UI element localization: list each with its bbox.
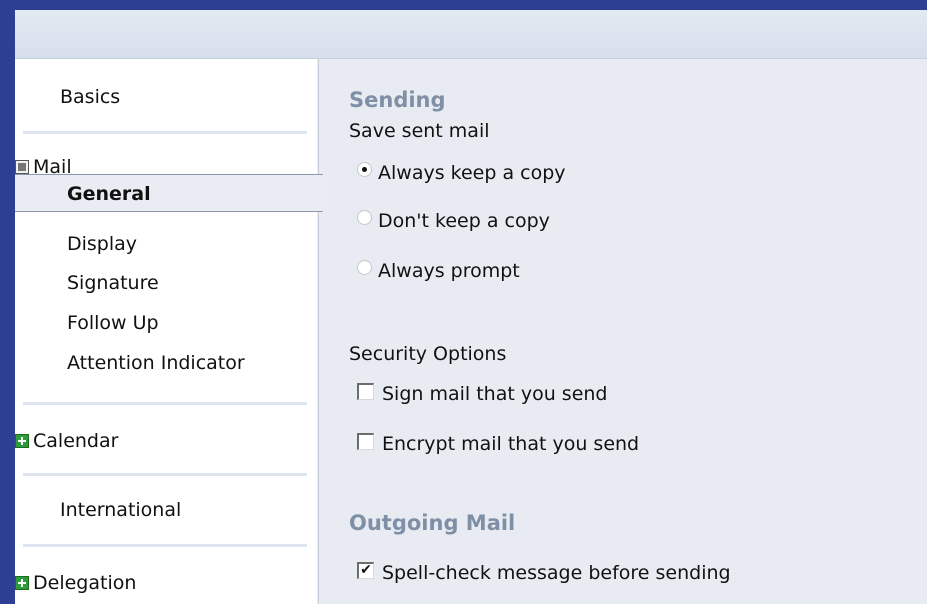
radio-always-keep-copy[interactable]: Always keep a copy [357,161,566,184]
nav-item-attention-indicator[interactable]: Attention Indicator [67,352,245,374]
top-bar [15,10,927,59]
collapse-icon[interactable] [15,160,29,174]
radio-button[interactable] [357,209,372,225]
radio-label: Always prompt [378,260,520,282]
save-sent-mail-label: Save sent mail [349,120,490,142]
general-settings-panel: Sending Save sent mail Always keep a cop… [318,59,927,604]
nav-group-delegation[interactable]: Delegation [15,572,136,594]
nav-item-basics[interactable]: Basics [60,86,120,108]
checkbox-label: Spell-check message before sending [382,562,731,584]
radio-label: Always keep a copy [378,162,566,184]
checkbox-encrypt-mail[interactable]: Encrypt mail that you send [357,432,640,455]
radio-always-prompt[interactable]: Always prompt [357,259,520,282]
nav-item-international[interactable]: International [60,499,181,521]
options-nav: Basics Mail General Display Signature Fo… [15,59,323,604]
checkbox-label: Encrypt mail that you send [382,433,640,455]
nav-item-display[interactable]: Display [67,233,137,255]
section-title-outgoing-mail: Outgoing Mail [349,511,516,535]
nav-item-general[interactable]: General [15,174,323,212]
checkbox-sign-mail[interactable]: Sign mail that you send [357,382,608,405]
checkmark-icon[interactable]: ✔ [357,561,374,579]
nav-item-signature[interactable]: Signature [67,272,159,294]
expand-icon[interactable] [15,576,29,590]
radio-dont-keep-copy[interactable]: Don't keep a copy [357,209,550,232]
expand-icon[interactable] [15,434,29,448]
radio-button[interactable] [357,259,372,275]
radio-label: Don't keep a copy [378,210,550,232]
security-options-label: Security Options [349,343,507,365]
options-window: Basics Mail General Display Signature Fo… [15,10,927,604]
nav-separator [23,402,307,405]
nav-item-follow-up[interactable]: Follow Up [67,312,159,334]
section-title-sending: Sending [349,88,446,112]
nav-separator [23,473,307,476]
nav-item-general-label: General [67,183,151,205]
checkbox-spell-check[interactable]: ✔ Spell-check message before sending [357,561,731,584]
nav-group-delegation-label: Delegation [33,572,137,594]
checkbox[interactable] [357,382,374,400]
nav-group-calendar[interactable]: Calendar [15,430,118,452]
checkbox-label: Sign mail that you send [382,383,608,405]
nav-separator [23,544,307,547]
nav-separator [23,131,307,134]
radio-button[interactable] [357,161,372,177]
nav-group-calendar-label: Calendar [33,430,119,452]
checkbox[interactable] [357,432,374,450]
